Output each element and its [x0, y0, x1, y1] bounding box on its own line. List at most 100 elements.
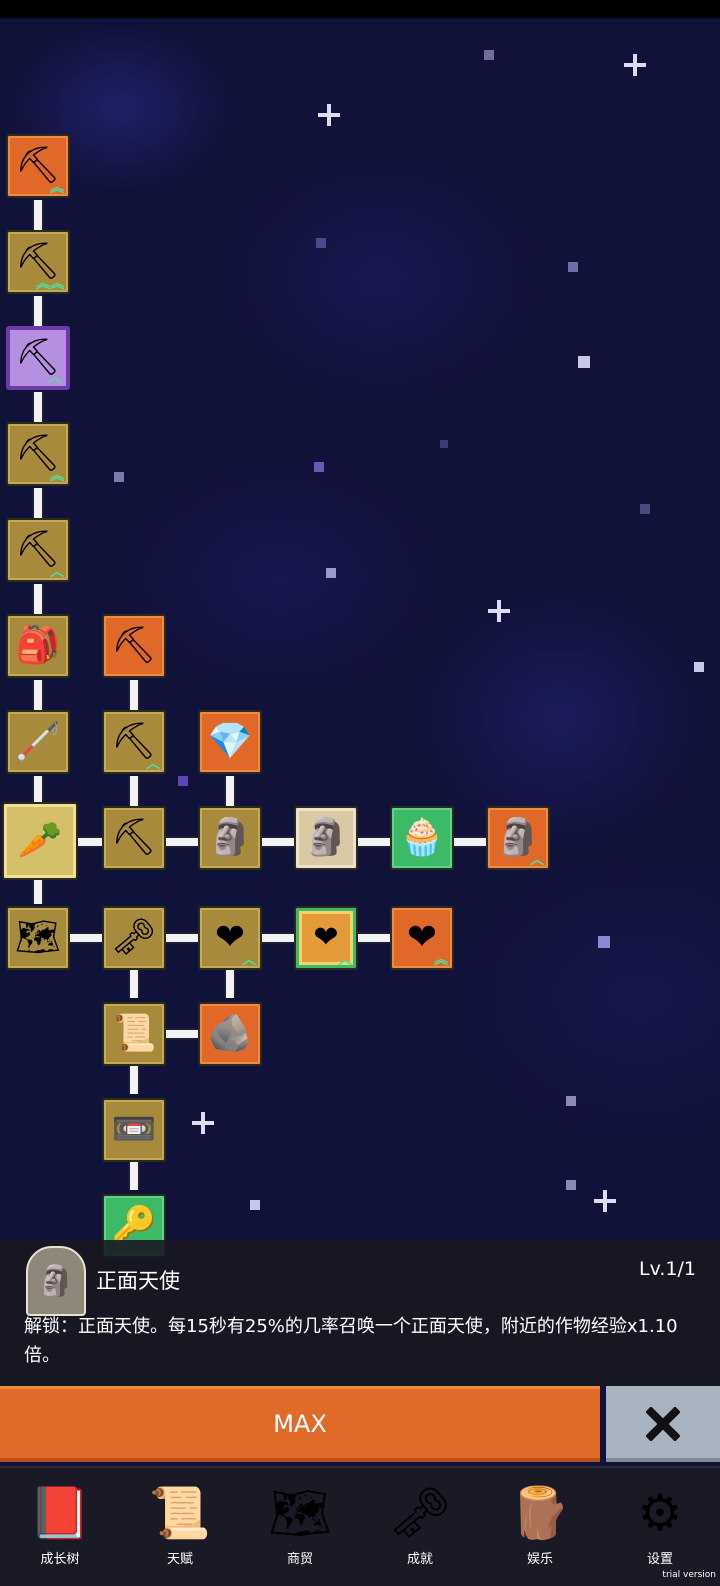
- nav-item-label: 娱乐: [526, 1552, 553, 1567]
- crystal-node[interactable]: 💎: [198, 710, 262, 774]
- skill-description: 解锁：正面天使。每15秒有25%的几率召唤一个正面天使，附近的作物经验x1.10…: [24, 1316, 678, 1366]
- pickaxe-node[interactable]: ⛏: [102, 614, 166, 678]
- scroll-node[interactable]: 📜: [102, 1002, 166, 1066]
- cupcake-node[interactable]: 🧁: [390, 806, 454, 870]
- status-bar: [0, 0, 720, 18]
- tree-connector: [32, 200, 44, 230]
- tree-connector: [128, 1064, 140, 1094]
- book-icon: 📕: [28, 1484, 92, 1542]
- watermark: trial version: [662, 1570, 716, 1580]
- tree-connector: [32, 680, 44, 710]
- map-node[interactable]: 🗺: [6, 906, 70, 970]
- tree-connector: [224, 776, 236, 806]
- heart-node[interactable]: ❤ ︿: [198, 906, 262, 970]
- star: [566, 1180, 576, 1190]
- positive-angel-icon: 🗿: [303, 817, 349, 858]
- tree-connector: [358, 836, 392, 848]
- nav-item-scroll[interactable]: 📜 天赋: [120, 1468, 240, 1586]
- scroll-icon: 📜: [148, 1484, 212, 1542]
- upgrade-arrow-icon: ︽: [50, 179, 64, 196]
- nav-item-map[interactable]: 🗺 商贸: [240, 1468, 360, 1586]
- star: [250, 1200, 260, 1210]
- nav-item-wood[interactable]: 🪵 娱乐: [480, 1468, 600, 1586]
- shovel-node[interactable]: ⛏ ︽︽: [6, 230, 70, 294]
- backpack-node[interactable]: 🎒: [6, 614, 70, 678]
- star: [326, 568, 336, 578]
- shovel-node[interactable]: ⛏ ︽: [6, 134, 70, 198]
- fossil-node[interactable]: 🪨: [198, 1002, 262, 1066]
- tree-connector: [32, 488, 44, 518]
- star: [624, 54, 646, 76]
- tree-connector: [32, 392, 44, 422]
- skill-level: Lv.1/1: [639, 1258, 696, 1280]
- carrot-icon: 🥕: [17, 820, 63, 861]
- tree-connector: [358, 932, 392, 944]
- fossil-icon: 🪨: [207, 1013, 253, 1054]
- pickaxe-node[interactable]: ⛏: [102, 806, 166, 870]
- heart-node[interactable]: ❤ ︽: [390, 906, 454, 970]
- close-button[interactable]: [606, 1386, 720, 1462]
- upgrade-arrow-icon: ︿: [338, 951, 352, 968]
- upgrade-arrow-icon: ︽: [434, 951, 448, 968]
- magic-shovel-node[interactable]: ⛏ ︿: [6, 326, 70, 390]
- angel-statue-icon: 🗿: [26, 1246, 86, 1316]
- map-icon: 🗺: [268, 1484, 332, 1542]
- star: [316, 238, 326, 248]
- nav-item-label: 成长树: [40, 1552, 80, 1567]
- golden-key-node[interactable]: 🗝: [102, 906, 166, 970]
- pickaxe-icon: ⛏: [111, 721, 157, 762]
- stick-icon: 🦯: [15, 721, 61, 762]
- carrot-node[interactable]: 🥕: [2, 802, 78, 880]
- nav-item-book[interactable]: 📕 成长树: [0, 1468, 120, 1586]
- scroll-icon: 📜: [111, 1013, 157, 1054]
- shovel-node[interactable]: ⛏ ︿: [6, 518, 70, 582]
- star: [694, 662, 704, 672]
- shovel-icon: ⛏: [15, 145, 61, 186]
- tree-connector: [78, 836, 104, 848]
- tree-connector: [128, 776, 140, 806]
- star: [640, 504, 650, 514]
- shovel-icon: ⛏: [15, 529, 61, 570]
- star: [114, 472, 124, 482]
- star: [178, 776, 188, 786]
- tree-connector: [128, 1160, 140, 1190]
- tree-connector: [454, 836, 488, 848]
- map-icon: 🗺: [15, 917, 61, 958]
- shovel-node[interactable]: ⛏ ︽: [6, 422, 70, 486]
- upgrade-arrow-icon: ︿: [48, 369, 62, 386]
- tree-connector: [128, 968, 140, 998]
- heart-icon: ❤: [214, 917, 246, 958]
- bottom-nav: 📕 成长树 📜 天赋 🗺 商贸 🗝 成就 🪵 娱乐 ⚙ 设置: [0, 1466, 720, 1586]
- tape-icon: 📼: [111, 1109, 157, 1150]
- pickaxe-node[interactable]: ⛏ ︿: [102, 710, 166, 774]
- star: [488, 600, 510, 622]
- gear-icon: ⚙: [637, 1484, 683, 1542]
- tree-connector: [32, 776, 44, 802]
- tree-connector: [262, 932, 296, 944]
- max-button[interactable]: MAX: [0, 1386, 600, 1462]
- tree-connector: [166, 1028, 200, 1040]
- pickaxe-icon: ⛏: [111, 625, 157, 666]
- angel-statue-node[interactable]: 🗿 ︿: [486, 806, 550, 870]
- skill-name: 正面天使: [96, 1269, 180, 1293]
- nav-item-label: 成就: [406, 1552, 433, 1567]
- upgrade-arrow-icon: ︽: [50, 467, 64, 484]
- upgrade-arrow-icon: ︿: [50, 563, 64, 580]
- star: [598, 936, 610, 948]
- tape-node[interactable]: 📼: [102, 1098, 166, 1162]
- nav-item-gear[interactable]: ⚙ 设置: [600, 1468, 720, 1586]
- angel-statue-icon: 🗿: [207, 817, 253, 858]
- heart-node[interactable]: ❤ ︿: [294, 906, 358, 970]
- angel-statue-node[interactable]: 🗿: [198, 806, 262, 870]
- tree-connector: [262, 836, 296, 848]
- tree-connector: [32, 296, 44, 326]
- heart-icon: ❤: [313, 920, 339, 955]
- nav-item-key[interactable]: 🗝 成就: [360, 1468, 480, 1586]
- cupcake-icon: 🧁: [399, 817, 445, 858]
- star: [578, 356, 590, 368]
- upgrade-arrow-icon: ︿: [146, 755, 160, 772]
- stick-node[interactable]: 🦯: [6, 710, 70, 774]
- tree-connector: [32, 584, 44, 614]
- positive-angel-node[interactable]: 🗿: [294, 806, 358, 870]
- star: [566, 1096, 576, 1106]
